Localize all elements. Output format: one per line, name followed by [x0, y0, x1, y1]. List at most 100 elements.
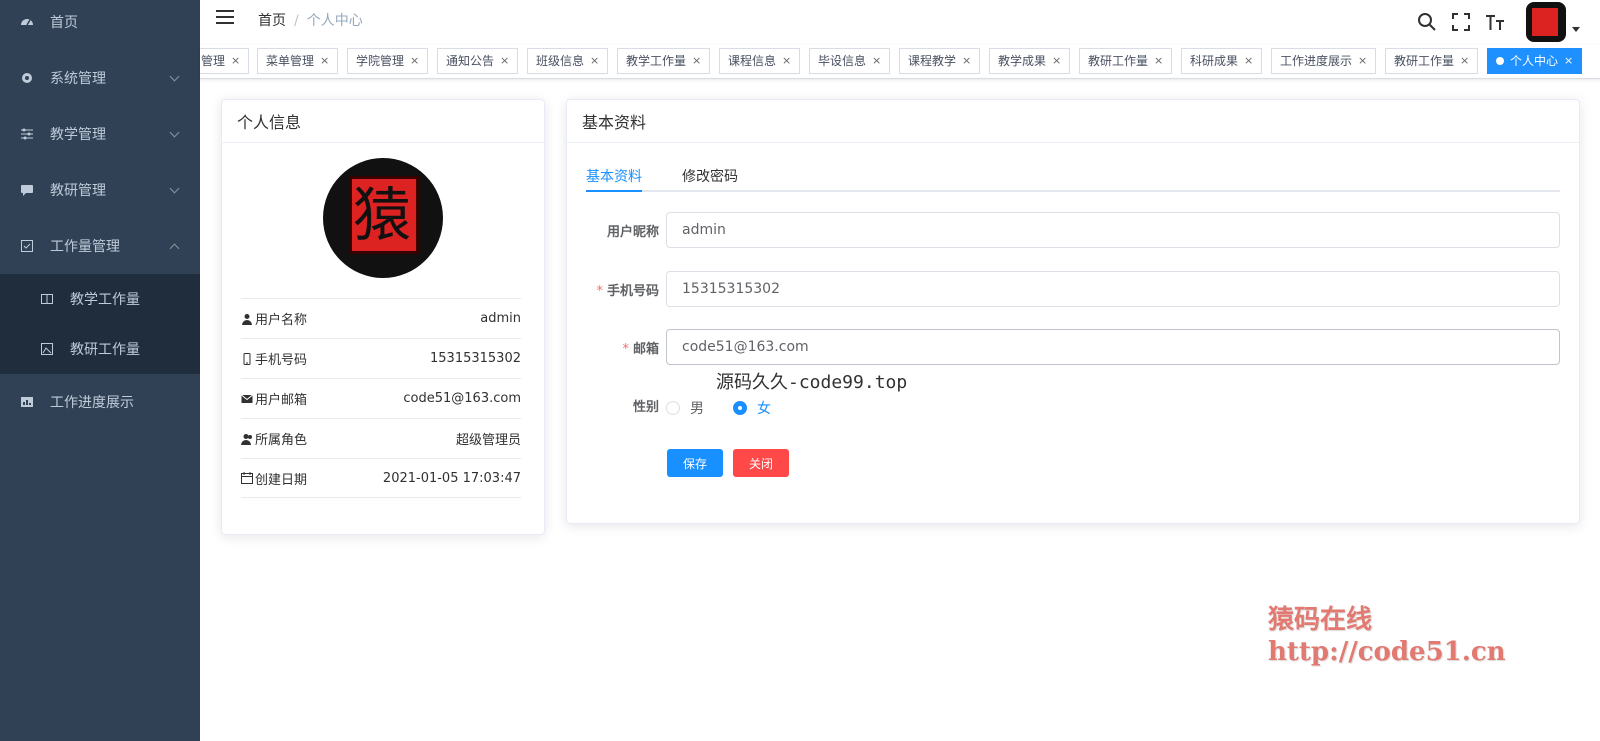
tag-label: 科研成果 — [1190, 54, 1239, 68]
tag-item[interactable]: 教研工作量 × — [1079, 48, 1173, 74]
close-icon[interactable]: × — [410, 49, 419, 73]
sidebar-item-teaching-workload[interactable]: 教学工作量 — [0, 274, 200, 324]
close-icon[interactable]: × — [872, 49, 881, 73]
close-icon[interactable]: × — [962, 49, 971, 73]
tag-item[interactable]: 管理 × — [200, 48, 250, 74]
tag-label: 通知公告 — [446, 54, 495, 68]
tag-item[interactable]: 教研工作量 × — [1385, 48, 1479, 74]
tag-label: 班级信息 — [536, 54, 585, 68]
tag-item-active[interactable]: 个人中心 × — [1487, 48, 1583, 74]
chevron-up-icon — [169, 243, 180, 254]
info-value: 2021-01-05 17:03:47 — [382, 470, 521, 486]
close-icon[interactable]: × — [1052, 49, 1061, 73]
close-icon[interactable]: × — [1244, 49, 1253, 73]
sidebar-item-research[interactable]: 教研管理 — [0, 162, 200, 218]
save-button[interactable]: 保存 — [667, 449, 723, 477]
info-label: 用户邮箱 — [255, 393, 308, 408]
sidebar-item-progress[interactable]: 工作进度展示 — [0, 374, 200, 430]
breadcrumb: 首页 / 个人中心 — [258, 10, 363, 30]
basic-info-card-title: 基本资料 — [567, 100, 1579, 143]
close-icon[interactable]: × — [1564, 49, 1573, 73]
nickname-input[interactable]: admin — [666, 212, 1560, 248]
email-label: * 邮箱 — [622, 342, 659, 357]
close-icon[interactable]: × — [1460, 49, 1469, 73]
fullscreen-icon[interactable] — [1450, 11, 1472, 33]
gender-radio-female[interactable]: 女 — [733, 398, 771, 418]
caret-down-icon[interactable] — [1572, 26, 1580, 32]
nickname-label: 用户昵称 — [606, 225, 659, 240]
profile-avatar[interactable]: 猿 — [323, 158, 443, 278]
tag-label: 管理 — [201, 54, 226, 68]
sidebar-item-teaching[interactable]: 教学管理 — [0, 106, 200, 162]
tag-item[interactable]: 课程教学 × — [899, 48, 981, 74]
sidebar-item-research-workload[interactable]: 教研工作量 — [0, 324, 200, 374]
required-mark: * — [596, 284, 603, 299]
tag-item[interactable]: 工作进度展示 × — [1271, 48, 1377, 74]
tag-item[interactable]: 菜单管理 × — [257, 48, 339, 74]
close-button[interactable]: 关闭 — [733, 449, 789, 477]
info-value: 15315315302 — [430, 351, 521, 366]
sidebar-item-label: 教学管理 — [50, 127, 106, 143]
phone-input[interactable]: 15315315302 — [666, 271, 1560, 307]
close-icon[interactable]: × — [320, 49, 329, 73]
tag-item[interactable]: 课程信息 × — [719, 48, 801, 74]
calendar-icon — [241, 472, 253, 484]
dashboard-icon — [21, 19, 33, 26]
profile-info-list: 用户名称 admin 手机号码 15315315302 用户邮箱 code51@… — [241, 298, 521, 498]
tag-item[interactable]: 学院管理 × — [347, 48, 429, 74]
close-icon[interactable]: × — [782, 49, 791, 73]
font-size-icon[interactable] — [1484, 11, 1506, 33]
form-row-nickname: 用户昵称 admin — [567, 212, 1577, 248]
info-label: 手机号码 — [255, 353, 308, 368]
info-row-email: 用户邮箱 code51@163.com — [241, 378, 521, 418]
tag-label: 教研工作量 — [1088, 54, 1149, 68]
navbar-right — [1410, 0, 1580, 44]
close-icon[interactable]: × — [500, 49, 509, 73]
close-icon[interactable]: × — [231, 49, 240, 73]
phone-label: * 手机号码 — [596, 284, 659, 299]
close-icon[interactable]: × — [590, 49, 599, 73]
tag-item[interactable]: 毕设信息 × — [809, 48, 891, 74]
sidebar-item-system[interactable]: 系统管理 — [0, 50, 200, 106]
basic-info-tabs: 基本资料 修改密码 — [586, 158, 1560, 192]
sidebar-item-home[interactable]: 首页 — [0, 0, 200, 50]
close-icon[interactable]: × — [1358, 49, 1367, 73]
tag-label: 教学成果 — [998, 54, 1047, 68]
sidebar-item-workload[interactable]: 工作量管理 — [0, 218, 200, 274]
sliders-icon — [21, 128, 33, 140]
tab-change-password[interactable]: 修改密码 — [682, 166, 738, 186]
required-mark: * — [622, 342, 629, 357]
tab-basic-info[interactable]: 基本资料 — [586, 166, 642, 186]
radio-circle-icon — [666, 401, 680, 415]
close-icon[interactable]: × — [692, 49, 701, 73]
sidebar: 首页 系统管理 教学管理 教研管理 工作量管理 教学工作量 教研工作量 工作进度… — [0, 0, 200, 741]
tag-item[interactable]: 科研成果 × — [1181, 48, 1263, 74]
hamburger-icon[interactable] — [216, 10, 234, 26]
close-icon[interactable]: × — [1154, 49, 1163, 73]
breadcrumb-current: 个人中心 — [306, 13, 363, 29]
breadcrumb-home[interactable]: 首页 — [258, 13, 286, 29]
tag-label: 工作进度展示 — [1280, 54, 1353, 68]
breadcrumb-separator: / — [294, 13, 299, 29]
tag-label: 菜单管理 — [266, 54, 315, 68]
info-row-phone: 手机号码 15315315302 — [241, 338, 521, 378]
avatar[interactable] — [1526, 2, 1566, 42]
tag-item[interactable]: 教学工作量 × — [617, 48, 711, 74]
info-row-username: 用户名称 admin — [241, 298, 521, 338]
watermark-text: 源码久久-code99.top — [716, 372, 908, 393]
gender-label: 性别 — [632, 400, 659, 415]
tag-label: 教学工作量 — [626, 54, 687, 68]
phone-icon — [243, 352, 251, 365]
tag-item[interactable]: 教学成果 × — [989, 48, 1071, 74]
gender-radio-male[interactable]: 男 — [666, 398, 704, 418]
active-dot-icon — [1496, 57, 1504, 65]
sidebar-item-label: 教研工作量 — [70, 342, 140, 358]
info-value: 超级管理员 — [455, 433, 521, 448]
tag-item[interactable]: 班级信息 × — [527, 48, 609, 74]
tag-item[interactable]: 通知公告 × — [437, 48, 519, 74]
chat-icon — [21, 185, 33, 196]
form-row-phone: * 手机号码 15315315302 — [567, 271, 1577, 307]
email-input[interactable]: code51@163.com — [666, 329, 1560, 365]
tag-label: 课程信息 — [728, 54, 777, 68]
search-icon[interactable] — [1416, 11, 1438, 33]
